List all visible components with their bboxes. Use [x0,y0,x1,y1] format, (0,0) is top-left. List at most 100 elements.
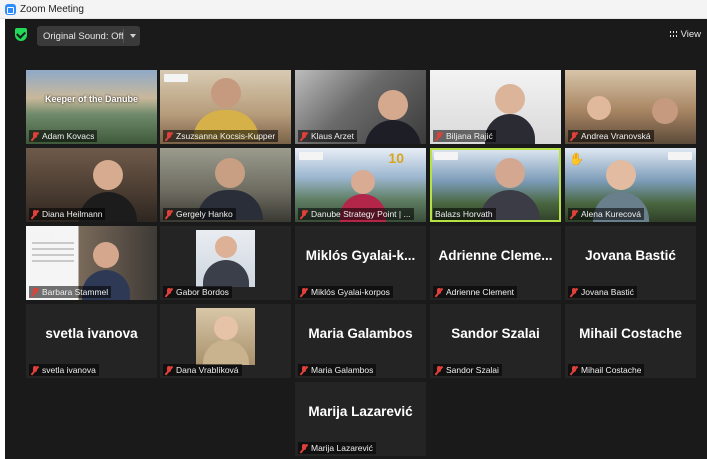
participant-name: svetla ivanova [42,365,96,375]
participant-tile[interactable]: svetla ivanova svetla ivanova [26,304,157,378]
participant-face [495,84,525,114]
participant-display-name: svetla ivanova [45,326,138,341]
anniversary-logo-icon: 10 [388,150,404,166]
muted-mic-icon [31,287,39,297]
participant-name-bar: Zsuzsanna Kocsis-Kupper [163,130,279,142]
participant-tile[interactable]: Zsuzsanna Kocsis-Kupper [160,70,291,144]
participant-display-name: Sandor Szalai [451,326,540,341]
muted-mic-icon [570,365,578,375]
participant-name-bar: Alena Kurecová [568,208,645,220]
participant-tile[interactable]: ✋ Alena Kurecová [565,148,696,222]
participant-name: Gergely Hanko [176,209,233,219]
participant-tile[interactable]: Adrienne Cleme... Adrienne Clement [430,226,561,300]
participant-name: Alena Kurecová [581,209,642,219]
participant-tile[interactable]: Biljana Rajić [430,70,561,144]
zoom-app-icon [5,3,16,15]
participant-tile[interactable]: Diana Heilmann [26,148,157,222]
virtual-background-caption: Keeper of the Danube [44,94,138,104]
participant-name-bar: Danube Strategy Point | ... [298,208,414,220]
participant-display-name: Adrienne Cleme... [438,248,553,263]
title-bar: Zoom Meeting [0,0,707,19]
muted-mic-icon [31,131,39,141]
profile-picture [196,230,255,287]
participant-name-bar: Barbara Stammel [29,286,112,298]
participant-name-bar: Marija Lazarević [298,442,376,454]
window-title: Zoom Meeting [20,3,84,15]
participant-tile[interactable]: Gergely Hanko [160,148,291,222]
participant-tile[interactable]: Klaus Arzet [295,70,426,144]
participant-name: Sandor Szalai [446,365,499,375]
participant-tile[interactable]: Dana Vrablíková [160,304,291,378]
participant-name: Gabor Bordos [176,287,229,297]
muted-mic-icon [300,209,308,219]
participant-name: Mihail Costache [581,365,642,375]
muted-mic-icon [300,287,308,297]
participant-display-name: Mihail Costache [579,326,682,341]
participant-face [652,98,678,124]
muted-mic-icon [435,287,443,297]
security-shield-icon[interactable] [15,28,27,41]
participant-face [606,160,636,190]
participant-face [213,316,238,340]
participant-display-name: Miklós Gyalai-k... [305,248,416,263]
participant-tile[interactable]: 10 Danube Strategy Point | ... [295,148,426,222]
participant-name: Maria Galambos [311,365,374,375]
participant-name-bar: Jovana Bastić [568,286,637,298]
muted-mic-icon [165,365,173,375]
participant-tile[interactable]: Gabor Bordos [160,226,291,300]
participant-tile[interactable]: Keeper of the Danube Adam Kovacs [26,70,157,144]
muted-mic-icon [31,365,39,375]
original-sound-dropdown[interactable]: Original Sound: Off [37,26,140,46]
participant-name: Klaus Arzet [311,131,354,141]
participant-name: Miklós Gyalai-korpos [311,287,390,297]
participant-tile[interactable]: Jovana Bastić Jovana Bastić [565,226,696,300]
raise-hand-icon: ✋ [569,152,584,166]
muted-mic-icon [570,287,578,297]
participant-name: Balazs Horvath [435,209,493,219]
participant-name: Barbara Stammel [42,287,109,297]
logo-strip [434,152,458,160]
participant-tile[interactable]: Mihail Costache Mihail Costache [565,304,696,378]
participant-name-bar: Biljana Rajić [433,130,496,142]
participant-name: Diana Heilmann [42,209,103,219]
participant-tile-active-speaker[interactable]: Balazs Horvath [430,148,561,222]
participant-tile[interactable]: Andrea Vranovská [565,70,696,144]
muted-mic-icon [165,287,173,297]
muted-mic-icon [165,209,173,219]
logo-strip [299,152,323,160]
muted-mic-icon [570,131,578,141]
muted-mic-icon [300,365,308,375]
participant-name-bar: Andrea Vranovská [568,130,654,142]
participant-tile[interactable]: Maria Galambos Maria Galambos [295,304,426,378]
participant-face [214,236,237,258]
muted-mic-icon [435,131,443,141]
participant-name-bar: Gergely Hanko [163,208,236,220]
participant-name-bar: Adam Kovacs [29,130,98,142]
participant-name-bar: Sandor Szalai [433,364,502,376]
participant-body [365,120,421,144]
chevron-down-icon[interactable] [130,34,136,38]
participant-display-name: Jovana Bastić [585,248,676,263]
participant-display-name: Marija Lazarević [308,404,413,419]
participant-face [210,78,241,108]
participant-tile[interactable]: Barbara Stammel [26,226,157,300]
participant-name-bar: Gabor Bordos [163,286,232,298]
participant-name-bar: Maria Galambos [298,364,377,376]
participant-tile[interactable]: Marija Lazarević Marija Lazarević [295,382,426,456]
participant-face [351,170,375,194]
participant-name-bar: Klaus Arzet [298,130,357,142]
participant-name: Adam Kovacs [42,131,95,141]
participant-tile[interactable]: Sandor Szalai Sandor Szalai [430,304,561,378]
participant-name-bar: Miklós Gyalai-korpos [298,286,393,298]
participant-face [587,96,611,120]
participant-name: Danube Strategy Point | ... [311,209,411,219]
profile-picture [196,308,255,365]
participant-face [93,242,119,268]
view-button[interactable]: View [665,26,705,42]
participant-body [202,260,249,287]
participant-name-bar: Adrienne Clement [433,286,518,298]
participant-face [93,160,123,190]
view-label: View [680,28,701,40]
participant-tile[interactable]: Miklós Gyalai-k... Miklós Gyalai-korpos [295,226,426,300]
muted-mic-icon [435,365,443,375]
